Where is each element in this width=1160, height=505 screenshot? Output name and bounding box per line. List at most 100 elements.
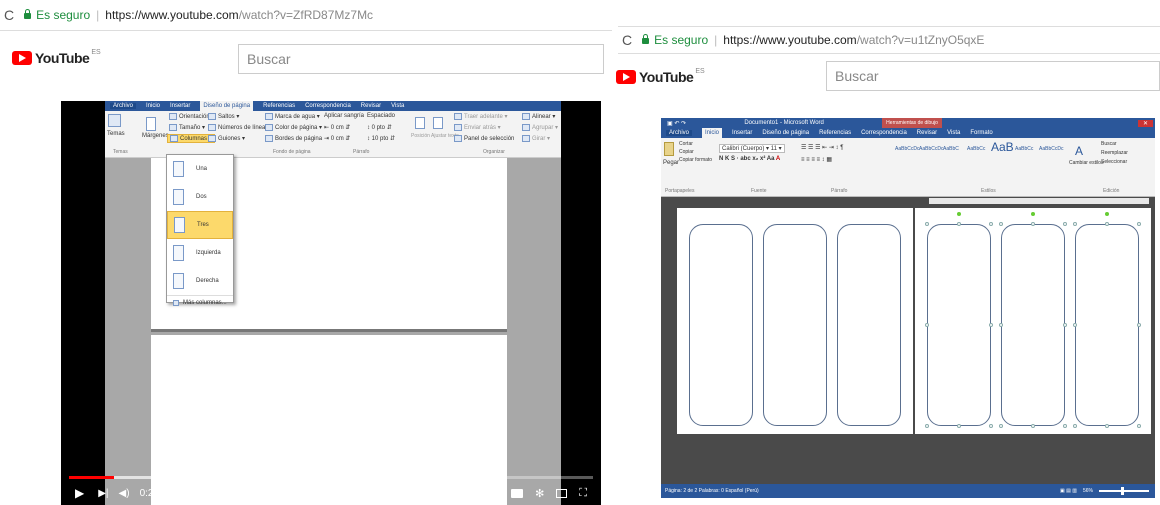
ribbon-tab[interactable]: Insertar xyxy=(732,130,752,136)
selection-handle[interactable] xyxy=(1063,424,1067,428)
columns-option[interactable]: Derecha xyxy=(167,267,233,295)
selection-handle[interactable] xyxy=(989,222,993,226)
numeros-linea-button[interactable]: Números de línea ▾ xyxy=(208,124,270,131)
columns-option[interactable]: Tres xyxy=(167,211,233,239)
selection-handle[interactable] xyxy=(989,424,993,428)
girar-button[interactable]: Girar ▾ xyxy=(522,135,550,142)
video-player[interactable]: Archivo Inicio Insertar Diseño de página Ref… xyxy=(61,101,601,505)
search-input[interactable]: Buscar xyxy=(238,44,604,74)
fullscreen-icon[interactable]: ⛶ xyxy=(579,487,587,500)
selection-handle[interactable] xyxy=(1105,222,1109,226)
selection-handle[interactable] xyxy=(999,323,1003,327)
selection-handle[interactable] xyxy=(1137,222,1141,226)
play-icon[interactable]: ▶ xyxy=(75,486,84,500)
edicion-1[interactable]: Reemplazar xyxy=(1101,150,1128,156)
card-shape[interactable] xyxy=(837,224,901,426)
selection-handle[interactable] xyxy=(1031,424,1035,428)
columns-option[interactable]: Izquierda xyxy=(167,239,233,267)
selection-handle[interactable] xyxy=(989,323,993,327)
style-gallery-item[interactable]: AaBbCcDc xyxy=(1039,146,1063,152)
tamano-button[interactable]: Tamaño ▾ xyxy=(169,124,205,131)
ribbon-tab[interactable]: Referencias xyxy=(819,130,851,136)
search-input[interactable]: Buscar xyxy=(826,61,1160,91)
ribbon-tab[interactable]: Insertar xyxy=(170,103,190,109)
clipboard-0[interactable]: Cortar xyxy=(679,141,693,147)
enviar-atras-button[interactable]: Enviar atrás ▾ xyxy=(454,124,501,131)
space-before-input[interactable]: ↕ 0 pto ⇵ xyxy=(367,124,392,131)
selection-handle[interactable] xyxy=(1137,323,1141,327)
selection-handle[interactable] xyxy=(957,424,961,428)
selection-handle[interactable] xyxy=(925,323,929,327)
progress-bar[interactable] xyxy=(69,476,593,479)
ribbon-tab[interactable]: Diseño de página xyxy=(200,101,254,111)
youtube-logo[interactable]: YouTube ES xyxy=(616,68,705,85)
temas-button[interactable] xyxy=(108,114,123,127)
rotation-handle[interactable] xyxy=(1105,212,1109,216)
ribbon-tab[interactable]: Revisar xyxy=(361,103,381,109)
selection-handle[interactable] xyxy=(1105,424,1109,428)
edicion-0[interactable]: Buscar xyxy=(1101,141,1117,147)
card-shape[interactable] xyxy=(689,224,753,426)
selection-handle[interactable] xyxy=(999,424,1003,428)
columns-option[interactable]: Dos xyxy=(167,183,233,211)
ribbon-tab[interactable]: Inicio xyxy=(146,103,160,109)
reload-icon[interactable]: C xyxy=(4,7,14,23)
selection-handle[interactable] xyxy=(1073,424,1077,428)
theater-mode-icon[interactable] xyxy=(556,488,568,498)
card-shape[interactable] xyxy=(763,224,827,426)
selected-card-shape[interactable] xyxy=(1001,224,1065,426)
paragraph-align-buttons[interactable]: ≡ ≡ ≡ ≡ ↕ ▦ xyxy=(801,156,832,163)
margenes-button[interactable]: Márgenes xyxy=(142,133,169,139)
style-gallery-item[interactable]: AaBbCcDc xyxy=(895,146,919,152)
alinear-button[interactable]: Alinear ▾ xyxy=(522,113,555,120)
more-columns-item[interactable]: Más columnas... xyxy=(167,295,233,310)
panel-seleccion-button[interactable]: Panel de selección xyxy=(454,135,514,142)
font-format-buttons[interactable]: N K S · abc x₂ x² Aa A xyxy=(719,156,780,162)
ribbon-tab[interactable]: Revisar xyxy=(917,130,937,136)
ribbon-tab[interactable]: Vista xyxy=(947,130,960,136)
rotation-handle[interactable] xyxy=(1031,212,1035,216)
pegar-button[interactable]: Pegar xyxy=(663,160,679,166)
indent-right-input[interactable]: ⇥ 0 cm ⇵ xyxy=(324,135,350,142)
selection-handle[interactable] xyxy=(1073,323,1077,327)
space-after-input[interactable]: ↕ 10 pto ⇵ xyxy=(367,135,395,142)
selection-handle[interactable] xyxy=(1063,222,1067,226)
volume-icon[interactable]: ◀) xyxy=(119,488,130,499)
posicion-button[interactable]: Posición xyxy=(411,133,430,139)
indent-left-input[interactable]: ⇤ 0 cm ⇵ xyxy=(324,124,350,131)
url-bar[interactable]: https://www.youtube.com/watch?v=ZfRD87Mz… xyxy=(105,8,373,22)
guiones-button[interactable]: Guiones ▾ xyxy=(208,135,245,142)
youtube-logo[interactable]: YouTube ES xyxy=(12,49,101,66)
ribbon-tab[interactable]: Correspondencia xyxy=(861,130,907,136)
ribbon-tab[interactable]: Referencias xyxy=(263,103,295,109)
style-gallery-item[interactable]: AaBbCc xyxy=(967,146,985,152)
style-gallery-item[interactable]: AaBbCcDc xyxy=(919,146,943,152)
selection-handle[interactable] xyxy=(1137,424,1141,428)
window-controls[interactable]: ✕ xyxy=(1137,119,1154,127)
saltos-button[interactable]: Saltos ▾ xyxy=(208,113,239,120)
ribbon-tab[interactable]: Inicio xyxy=(702,128,723,138)
selection-handle[interactable] xyxy=(1073,222,1077,226)
selected-card-shape[interactable] xyxy=(1075,224,1139,426)
selection-handle[interactable] xyxy=(1031,222,1035,226)
ribbon-tab[interactable]: Diseño de página xyxy=(762,130,809,136)
style-gallery-item[interactable]: AaBbC xyxy=(943,146,959,152)
color-pagina-button[interactable]: Color de página ▾ xyxy=(265,124,322,131)
agrupar-button[interactable]: Agrupar ▾ xyxy=(522,124,558,131)
traer-adelante-button[interactable]: Traer adelante ▾ xyxy=(454,113,508,120)
clipboard-2[interactable]: Copiar formato xyxy=(679,157,712,163)
ribbon-tab[interactable]: Archivo xyxy=(110,103,137,109)
reload-icon[interactable]: C xyxy=(622,32,632,48)
view-buttons[interactable]: ▣ ▤ ▥ xyxy=(1060,488,1077,494)
zoom-slider[interactable] xyxy=(1099,487,1149,495)
edicion-2[interactable]: Seleccionar xyxy=(1101,159,1127,165)
font-name-select[interactable]: Calibri (Cuerpo) ▾ 11 ▾ xyxy=(719,144,785,153)
clipboard-1[interactable]: Copiar xyxy=(679,149,694,155)
next-icon[interactable]: ▶| xyxy=(98,488,108,499)
cambiar-estilos-button[interactable]: Cambiar estilos xyxy=(1069,160,1103,166)
selection-handle[interactable] xyxy=(925,424,929,428)
ribbon-tab[interactable]: Vista xyxy=(391,103,404,109)
columns-option[interactable]: Una xyxy=(167,155,233,183)
style-gallery-item[interactable]: AaB xyxy=(991,140,1014,154)
selection-handle[interactable] xyxy=(925,222,929,226)
